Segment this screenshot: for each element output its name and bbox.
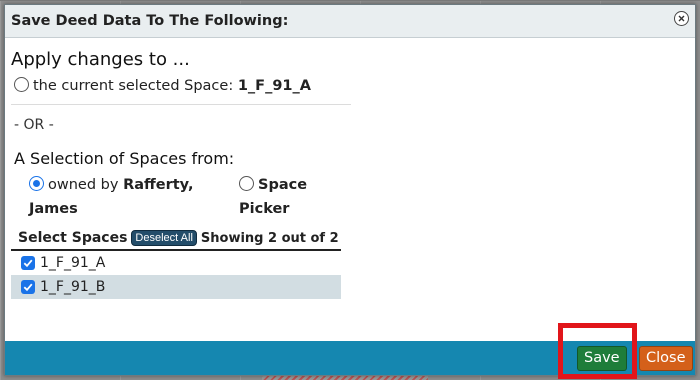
current-space-prefix: the current selected Space: (33, 78, 234, 94)
space-label: 1_F_91_B (40, 279, 106, 295)
select-spaces-header: Select Spaces Deselect All Showing 2 out… (11, 230, 341, 251)
space-checkbox[interactable] (21, 280, 35, 294)
deselect-all-button[interactable]: Deselect All (131, 230, 197, 246)
owned-by-radio[interactable] (29, 176, 44, 191)
owned-by-option[interactable]: owned by Rafferty, James (29, 173, 239, 221)
space-checkbox[interactable] (21, 256, 35, 270)
owned-by-prefix: owned by (48, 177, 119, 193)
current-space-option[interactable]: the current selected Space: 1_F_91_A (11, 77, 351, 105)
current-space-radio[interactable] (14, 77, 29, 92)
save-deed-dialog: Save Deed Data To The Following: Apply c… (4, 4, 696, 376)
dialog-content: Apply changes to ... the current selecte… (11, 43, 351, 299)
space-picker-radio[interactable] (239, 176, 254, 191)
space-list-item[interactable]: 1_F_91_A (11, 251, 341, 275)
dialog-footer: Save Close (5, 341, 695, 375)
select-spaces-label: Select Spaces (18, 230, 128, 246)
save-button[interactable]: Save (577, 346, 627, 371)
space-picker-option[interactable]: Space Picker (239, 173, 349, 221)
selection-heading-colon: : (228, 149, 235, 168)
dialog-title: Save Deed Data To The Following: (11, 13, 289, 29)
space-list-item[interactable]: 1_F_91_B (11, 275, 341, 299)
apply-heading: Apply changes to ... (11, 49, 190, 70)
space-label: 1_F_91_A (40, 255, 106, 271)
or-separator: - OR - (14, 117, 54, 133)
close-button[interactable]: Close (639, 346, 693, 371)
showing-count: Showing 2 out of 2 (200, 230, 339, 246)
selection-heading: A Selection of Spaces from: (11, 149, 351, 168)
selection-heading-text: A Selection of Spaces from (14, 149, 229, 168)
selection-options: owned by Rafferty, James Space Picker (11, 173, 351, 221)
dialog-titlebar: Save Deed Data To The Following: (5, 5, 695, 38)
current-space-name: 1_F_91_A (237, 78, 311, 94)
close-dialog-icon[interactable] (674, 11, 689, 26)
